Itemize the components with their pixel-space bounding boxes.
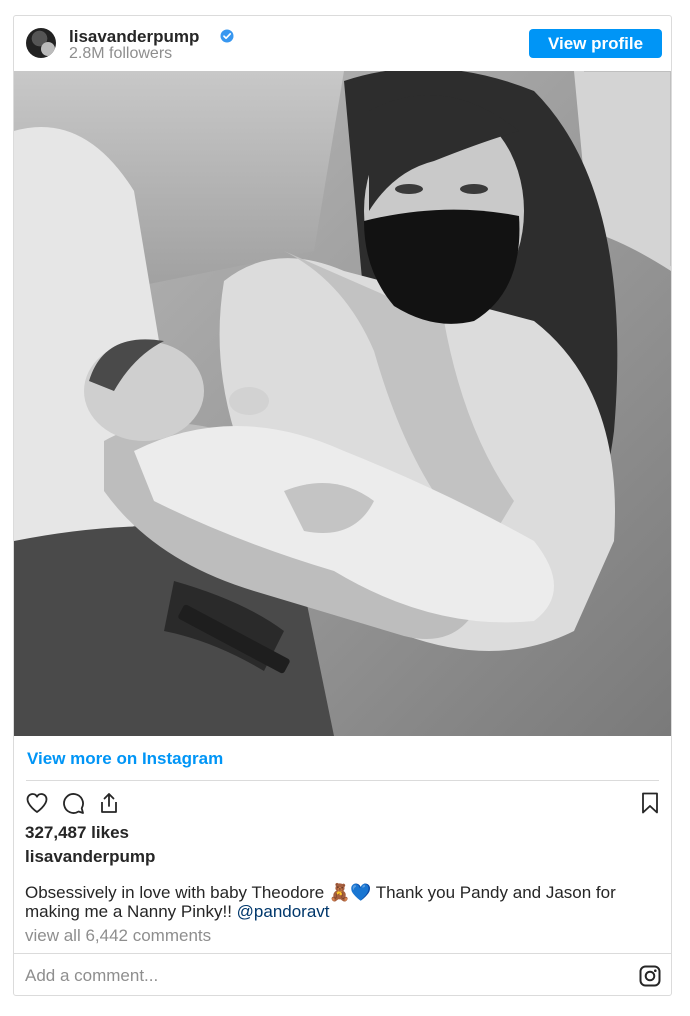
share-icon[interactable] [97, 791, 121, 815]
verified-badge-icon [220, 29, 234, 43]
instagram-icon[interactable] [639, 965, 661, 987]
instagram-embed-card: lisavanderpump 2.8M followers View profi… [13, 15, 672, 996]
post-owner-link[interactable]: lisavanderpump [25, 847, 155, 867]
add-comment-input[interactable]: Add a comment... [25, 966, 158, 986]
avatar[interactable] [26, 28, 56, 58]
view-profile-button[interactable]: View profile [529, 29, 662, 58]
divider [26, 780, 659, 781]
view-all-comments-link[interactable]: view all 6,442 comments [25, 926, 211, 946]
bookmark-icon[interactable] [638, 791, 662, 815]
action-bar [14, 791, 671, 817]
post-photo[interactable] [14, 71, 671, 736]
like-count[interactable]: 327,487 likes [25, 823, 129, 843]
comment-icon[interactable] [61, 791, 85, 815]
divider [14, 953, 671, 954]
view-more-link[interactable]: View more on Instagram [27, 749, 223, 769]
caption: Obsessively in love with baby Theodore 🧸… [25, 883, 655, 921]
username-link[interactable]: lisavanderpump [69, 27, 199, 47]
heart-icon[interactable] [25, 791, 49, 815]
mention-link[interactable]: @pandoravt [237, 902, 330, 921]
post-photo-illustration [14, 71, 671, 736]
follower-count: 2.8M followers [69, 45, 173, 62]
post-header: lisavanderpump 2.8M followers View profi… [14, 16, 671, 71]
